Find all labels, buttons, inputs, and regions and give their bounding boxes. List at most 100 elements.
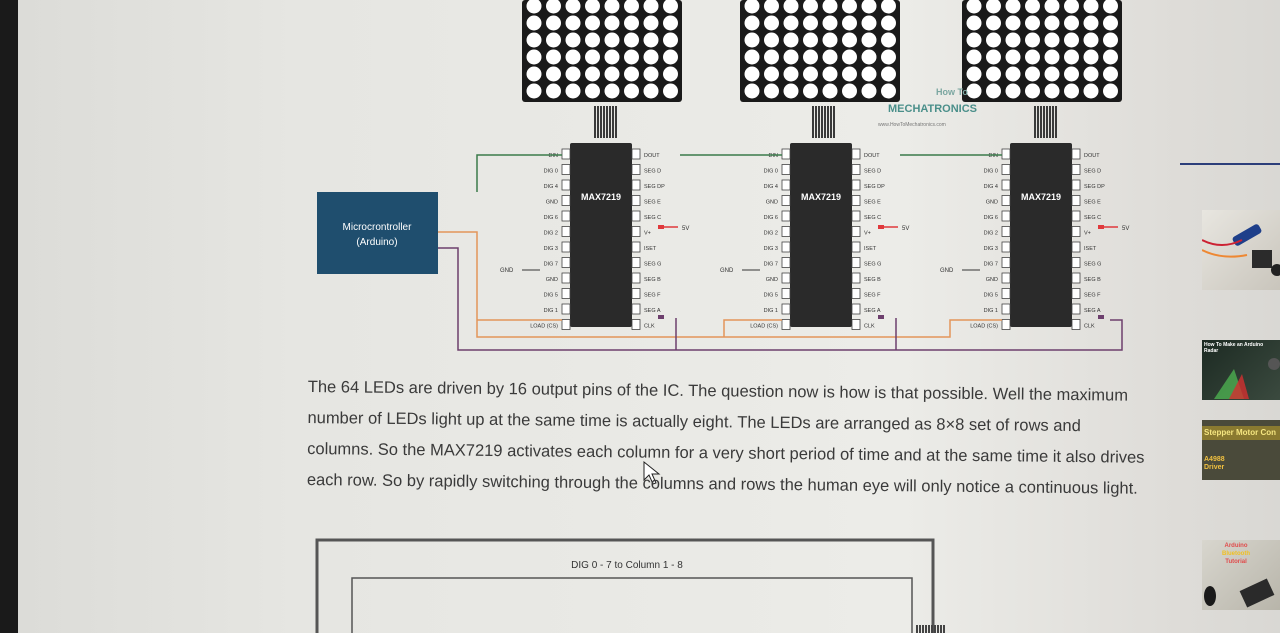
sidebar: How To Make an Arduino Radar Stepper Mot… [1180,0,1280,633]
related-post-thumbnail[interactable] [1202,210,1280,290]
pin-label: SEG DP [644,184,665,190]
pin-label: DIG 2 [984,231,998,237]
pin-label: DIG 4 [764,184,778,190]
related-post-stepper[interactable]: Stepper Motor Con A4988 Driver [1202,420,1280,480]
led-dot [803,49,818,65]
chip-pin [1071,195,1081,206]
led-dot [783,83,799,99]
led-dot [861,32,877,48]
chip-pin [851,210,861,222]
led-dot [546,32,561,48]
matrix-pin [603,106,605,138]
pin-label: ISET [1084,246,1097,252]
load-wire [438,231,1002,338]
related-post-bluetooth[interactable]: Arduino Bluetooth Tutorial [1202,540,1280,610]
bt-line2: Bluetooth [1222,551,1250,557]
led-dot [1025,83,1040,99]
chip-pin [851,303,861,315]
vcc-arrow [878,225,884,229]
related-post-radar[interactable]: How To Make an Arduino Radar [1202,340,1280,400]
chip-pin [781,179,791,191]
led-dot [604,49,620,65]
chip-pin [561,303,571,315]
led-dot [842,49,857,65]
chip-pin [1071,148,1081,160]
led-dot [783,66,799,82]
pin-label: SEG DP [1084,184,1105,190]
chip-pin [781,241,791,253]
led-dot [744,83,760,99]
led-dot [663,32,678,48]
led-dot [1083,83,1099,99]
led-dot [624,66,639,82]
stepper-subtitle: A4988 Driver [1204,456,1225,472]
led-dot [1025,15,1040,31]
pin-label: SEG E [1084,200,1101,206]
chip-pin [781,319,791,330]
led-dot [744,66,760,82]
chip-pin [631,164,641,175]
pin-label: SEG DP [864,184,885,190]
watermark-text: How To [936,87,968,97]
watermark-url: www.HowToMechatronics.com [878,122,946,128]
led-matrix [740,0,900,102]
chip-pin [781,210,791,222]
led-dot [881,83,896,99]
chip-pin [631,319,641,330]
pin-label: DIG 2 [764,231,778,237]
vcc-label: 5V [1122,226,1129,232]
chip-pin [851,195,861,206]
led-dot [624,15,639,31]
led-dot [744,15,760,31]
chip-pin [1001,319,1011,330]
led-dot [842,15,857,31]
led-dot [803,15,818,31]
led-dot [803,83,818,99]
pin-label: DIN [549,153,559,159]
matrix-pin [833,106,835,138]
led-dot [822,83,838,99]
led-dot [881,32,896,48]
matrix-pin [1040,106,1042,138]
pin-label: CLK [644,324,655,330]
led-dot [1083,49,1099,65]
pin-label: DIG 4 [544,184,558,190]
pin-label: DIG 0 [984,169,998,175]
pin-label: DIG 1 [764,308,778,314]
led-dot [1083,32,1099,48]
chip-pin [561,195,571,206]
led-dot [986,15,1001,31]
led-dot [1103,66,1118,82]
stepper-sub-a4988: A4988 [1204,456,1225,463]
chip-pin [1071,241,1081,253]
chip-pin [561,272,571,284]
chip-pin [561,164,571,175]
led-dot [663,15,678,31]
pin-label: SEG E [644,200,661,206]
led-dot [1064,66,1079,82]
chip-pin [781,164,791,175]
pin-label: DIG 4 [984,184,998,190]
chip-pin [781,257,791,268]
pin-label: DIG 6 [764,215,778,221]
led-dot [822,66,838,82]
bottom-pin [931,625,933,633]
chip-label: MAX7219 [801,192,841,202]
chip-pin [561,319,571,330]
vcc-arrow [658,225,664,229]
led-dot [881,15,896,31]
pin-label: GND [986,200,998,206]
chip-pin [851,179,861,191]
max7219-chip [570,143,632,327]
led-dot [822,15,838,31]
led-dot [585,15,600,31]
chip-pin [561,241,571,253]
radar-title: How To Make an Arduino Radar [1204,342,1264,354]
led-dot [803,32,818,48]
pin-label: V+ [644,231,651,237]
led-dot [565,32,581,48]
matrix-pin [818,106,820,138]
led-dot [624,83,639,99]
chip-pin [781,148,791,160]
led-dot [1005,32,1021,48]
